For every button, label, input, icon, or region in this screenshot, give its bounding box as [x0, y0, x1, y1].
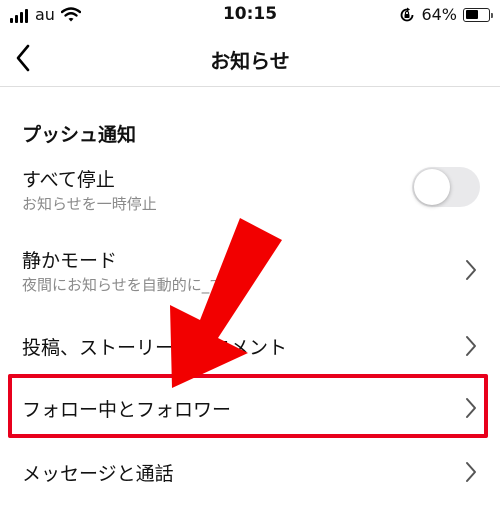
- toggle-knob: [414, 169, 450, 205]
- setting-row-following[interactable]: フォロー中とフォロワー: [0, 378, 500, 436]
- quiet-mode-label: 静かモード: [22, 250, 118, 272]
- status-right: 64%: [399, 5, 493, 24]
- setting-row-quiet-mode[interactable]: 静かモード 夜間にお知らせを自動的に_する: [0, 242, 500, 298]
- chevron-right-icon: [466, 260, 476, 280]
- section-title-push: プッシュ通知: [22, 124, 137, 146]
- navigation-bar: お知らせ: [0, 30, 500, 87]
- pause-all-sublabel: お知らせを一時停止: [22, 195, 157, 213]
- setting-row-posts[interactable]: 投稿、ストーリーズ、コメント: [0, 320, 500, 374]
- following-label: フォロー中とフォロワー: [22, 399, 232, 421]
- page-title: お知らせ: [210, 49, 290, 73]
- pause-all-label: すべて停止: [22, 169, 115, 191]
- pause-all-toggle[interactable]: [412, 167, 480, 207]
- battery-icon: [463, 7, 493, 22]
- battery-percent: 64%: [421, 5, 457, 24]
- chevron-right-icon: [466, 398, 476, 418]
- posts-label: 投稿、ストーリーズ、コメント: [22, 337, 288, 359]
- battery-fill: [465, 10, 478, 19]
- setting-row-messages[interactable]: メッセージと通話: [0, 444, 500, 500]
- messages-label: メッセージと通話: [22, 463, 174, 485]
- chevron-right-icon: [466, 336, 476, 356]
- status-bar: au 10:15 64%: [0, 0, 500, 30]
- chevron-right-icon: [466, 462, 476, 482]
- orientation-lock-icon: [401, 7, 414, 21]
- quiet-mode-sublabel: 夜間にお知らせを自動的に_する: [22, 276, 240, 294]
